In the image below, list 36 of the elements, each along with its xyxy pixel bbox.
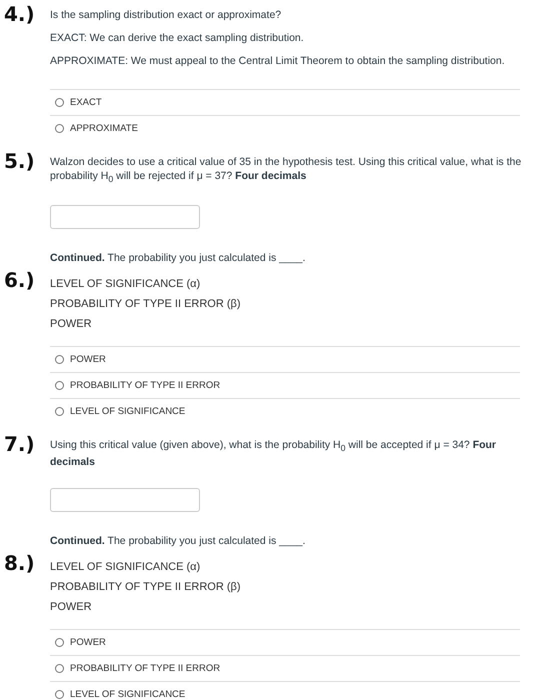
radio-button[interactable]	[55, 124, 64, 133]
question-number: 8.)	[4, 551, 35, 576]
answer-option[interactable]: POWER	[50, 346, 520, 372]
answer-option[interactable]: PROBABILITY OF TYPE II ERROR	[50, 372, 520, 398]
question-number: 7.)	[4, 432, 35, 456]
term-text: POWER	[50, 600, 93, 616]
question-number: 4.)	[4, 2, 35, 26]
term-text: LEVEL OF SIGNIFICANCE (α)	[50, 277, 202, 292]
radio-button[interactable]	[55, 355, 64, 364]
question-text: APPROXIMATE: We must appeal to the Central Limit Theorem to obtain the sampling distribution.	[50, 54, 506, 68]
question-text: Is the sampling distribution exact or approximate?	[50, 8, 282, 22]
question-text: EXACT: We can derive the exact sampling distribution.	[50, 31, 305, 45]
question-number: 6.)	[4, 268, 35, 292]
answer-option[interactable]: POWER	[50, 629, 520, 656]
radio-button[interactable]	[55, 664, 64, 674]
question-text: Walzon decides to use a critical value of 35 in the hypothesis test. Using this critical value, what is the probability H$_{0}$ will be rejected if μ = 37? Four decimals	[50, 155, 522, 186]
answer-field[interactable]	[50, 205, 200, 230]
answer-option[interactable]: EXACT	[50, 89, 520, 115]
answer-option[interactable]: LEVEL OF SIGNIFICANCE	[50, 681, 520, 700]
question-number: 5.)	[4, 149, 35, 173]
answer-option[interactable]: PROBABILITY OF TYPE II ERROR	[50, 655, 520, 682]
question-text: Continued. The probability you just calculated is ____.	[50, 251, 306, 266]
answer-option[interactable]: LEVEL OF SIGNIFICANCE	[50, 398, 520, 424]
question-text: Using this critical value (given above), what is the probability H$_{0}$ will be accepted if μ = 34? Four decimals	[50, 438, 498, 470]
answer-option[interactable]: APPROXIMATE	[50, 115, 520, 141]
answer-field[interactable]	[50, 488, 200, 512]
question-text: Continued. The probability you just calculated is ____.	[50, 534, 306, 548]
term-text: PROBABILITY OF TYPE II ERROR (β)	[50, 297, 242, 312]
radio-button[interactable]	[55, 690, 64, 700]
term-text: LEVEL OF SIGNIFICANCE (α)	[50, 560, 202, 576]
radio-button[interactable]	[55, 638, 64, 648]
term-text: POWER	[50, 317, 93, 332]
radio-button[interactable]	[55, 381, 64, 390]
radio-button[interactable]	[55, 98, 64, 107]
radio-button[interactable]	[55, 407, 64, 416]
term-text: PROBABILITY OF TYPE II ERROR (β)	[50, 580, 242, 596]
